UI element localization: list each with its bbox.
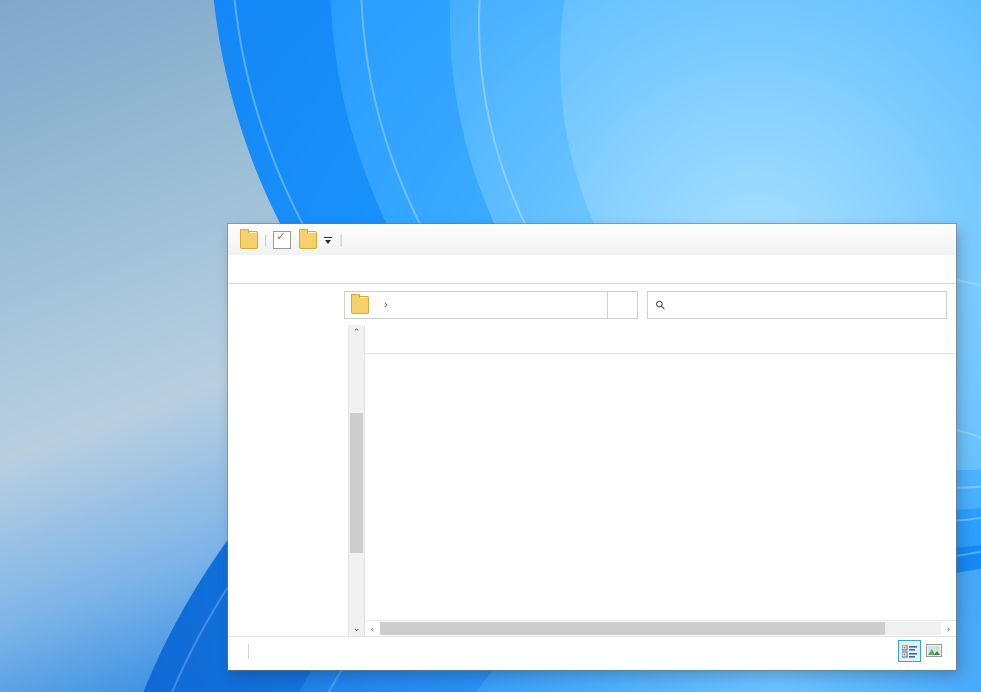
empty-folder-message: [365, 354, 956, 620]
divider: |: [264, 232, 268, 247]
navigation-scrollbar[interactable]: ⌃ ⌄: [348, 325, 364, 636]
explorer-body: ⌃ ⌄ ‹ ›: [228, 325, 956, 636]
file-list-pane[interactable]: ‹ ›: [364, 325, 956, 636]
recent-locations-button[interactable]: [291, 291, 311, 319]
status-divider: [248, 643, 249, 659]
details-view-button[interactable]: [898, 640, 921, 662]
breadcrumb-chevron-icon: ›: [384, 298, 388, 311]
column-headers[interactable]: [365, 325, 956, 354]
large-icons-view-icon: [925, 643, 942, 657]
scroll-right-icon[interactable]: ›: [941, 624, 956, 634]
back-button[interactable]: [237, 291, 264, 319]
horizontal-scrollbar[interactable]: ‹ ›: [365, 620, 956, 636]
hscroll-track[interactable]: [380, 622, 941, 635]
breadcrumb[interactable]: ›: [344, 290, 608, 319]
forward-button[interactable]: [264, 291, 291, 319]
customize-caret-icon[interactable]: [323, 233, 333, 247]
file-explorer-window-active[interactable]: | | › ⚲: [228, 224, 956, 670]
status-bar: [228, 636, 956, 665]
scroll-down-icon[interactable]: ⌄: [349, 621, 364, 636]
title-bar[interactable]: | |: [228, 224, 956, 255]
breadcrumb-folder-icon: [351, 293, 369, 314]
ribbon-tabs[interactable]: [228, 255, 956, 284]
folder-icon: [240, 228, 258, 249]
scroll-up-icon[interactable]: ⌃: [349, 325, 364, 340]
scroll-left-icon[interactable]: ‹: [365, 624, 380, 634]
close-button[interactable]: [910, 224, 956, 255]
properties-icon[interactable]: [273, 229, 292, 249]
search-icon: ⚲: [652, 296, 669, 313]
navigation-pane[interactable]: [228, 325, 348, 636]
quick-access-toolbar[interactable]: | |: [228, 228, 349, 249]
large-icons-view-button[interactable]: [923, 640, 944, 660]
up-button[interactable]: [311, 291, 338, 319]
minimize-button[interactable]: [820, 224, 865, 255]
new-folder-icon[interactable]: [299, 228, 318, 249]
refresh-button[interactable]: [608, 290, 638, 319]
maximize-button[interactable]: [865, 224, 910, 255]
address-bar-row[interactable]: › ⚲: [228, 284, 956, 325]
window-controls[interactable]: [820, 224, 956, 255]
details-view-icon: [902, 644, 917, 658]
view-toggle-group[interactable]: [898, 640, 948, 662]
search-input[interactable]: ⚲: [647, 290, 947, 319]
divider: |: [339, 232, 343, 247]
hscroll-thumb[interactable]: [380, 622, 885, 635]
scrollbar-thumb[interactable]: [350, 413, 363, 553]
